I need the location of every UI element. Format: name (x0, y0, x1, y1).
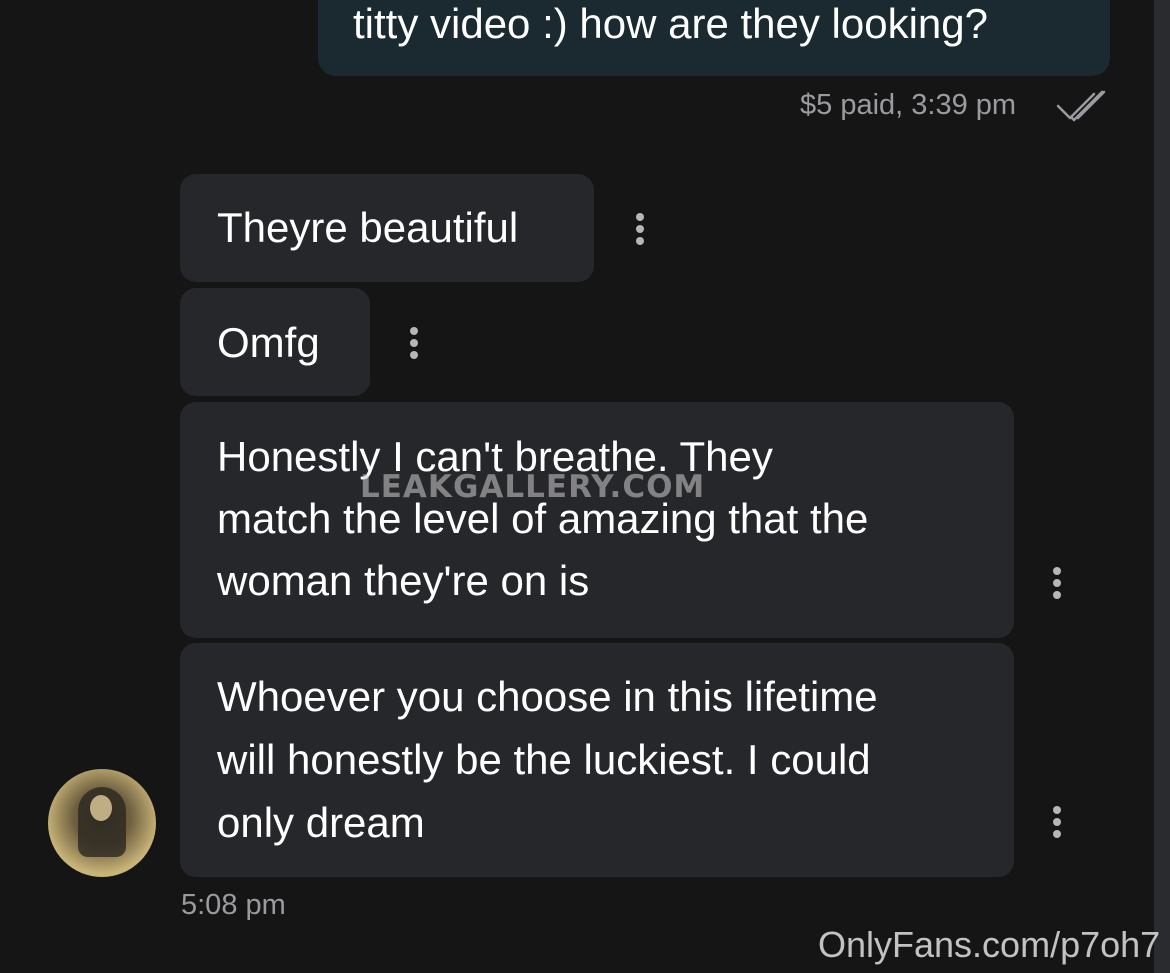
received-message-line: only dream (217, 799, 425, 846)
received-message-time: 5:08 pm (181, 889, 286, 921)
received-message-line: will honestly be the luckiest. I could (217, 736, 871, 783)
double-check-icon (1056, 90, 1106, 122)
more-vertical-icon[interactable] (1053, 567, 1063, 603)
more-vertical-icon[interactable] (1053, 806, 1063, 842)
received-message-line: Whoever you choose in this lifetime (217, 673, 878, 720)
watermark-corner: OnlyFans.com/p7oh7 (818, 924, 1161, 965)
received-message-text: Theyre beautiful (217, 204, 519, 251)
received-message-line: woman they're on is (217, 557, 590, 604)
sent-message-text: titty video :) how are they looking? (353, 0, 989, 47)
more-vertical-icon[interactable] (636, 213, 646, 249)
more-vertical-icon[interactable] (410, 327, 420, 363)
avatar-face (90, 795, 112, 821)
watermark-overlay: LEAKGALLERY.COM (360, 469, 706, 505)
sent-message-meta: $5 paid, 3:39 pm (800, 89, 1017, 121)
avatar[interactable] (48, 769, 156, 877)
scrollbar-track[interactable] (1154, 0, 1170, 973)
received-message-text: Omfg (217, 319, 320, 366)
